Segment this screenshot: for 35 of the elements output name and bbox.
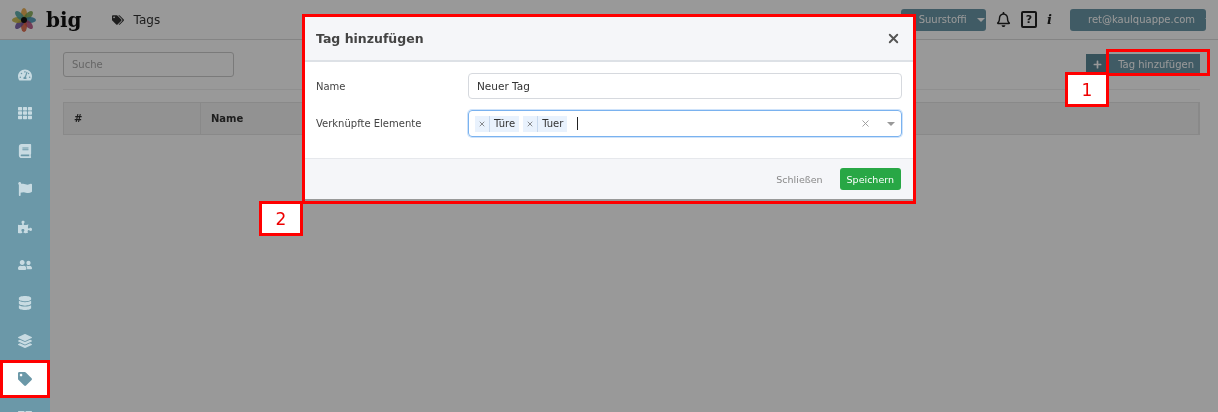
multiselect-field[interactable]: Türe Tuer <box>468 110 902 137</box>
tags-icon <box>111 13 124 26</box>
flower-logo-icon <box>12 7 36 32</box>
tag-icon <box>18 372 32 386</box>
sidebar-item[interactable] <box>0 360 50 398</box>
field-label: Name <box>316 80 347 92</box>
close-button[interactable] <box>886 31 901 46</box>
field-label: Verknüpfte Elemente <box>316 118 423 129</box>
bell-icon[interactable] <box>995 12 1011 27</box>
caret-icon[interactable] <box>887 121 895 126</box>
remove-icon[interactable] <box>478 119 486 128</box>
callout-number: 1 <box>1065 72 1109 107</box>
book-icon <box>18 144 32 158</box>
close-link[interactable]: Schließen <box>769 168 830 190</box>
grid-icon <box>18 106 32 120</box>
users-icon <box>18 258 32 272</box>
page-title: Tags <box>133 12 161 27</box>
remove-icon[interactable] <box>526 119 535 128</box>
flag-icon <box>18 182 32 196</box>
selected-chip[interactable]: Türe <box>475 115 520 132</box>
info-button[interactable]: i <box>1047 12 1052 27</box>
help-button[interactable]: ? <box>1020 11 1038 28</box>
name-field[interactable]: Neuer Tag <box>468 73 902 99</box>
database-icon <box>18 296 32 310</box>
text-cursor <box>577 117 579 130</box>
plus-icon <box>1092 60 1102 69</box>
gauge-icon <box>18 68 32 82</box>
puzzle-icon <box>18 220 32 234</box>
selected-chip[interactable]: Tuer <box>523 115 568 132</box>
layers-icon <box>18 334 32 348</box>
brand-name: big <box>46 7 82 32</box>
callout-number: 2 <box>259 201 303 236</box>
column-header: # <box>64 103 201 134</box>
dialog-title: Tag hinzufügen <box>316 31 424 46</box>
clear-icon[interactable] <box>860 118 871 129</box>
